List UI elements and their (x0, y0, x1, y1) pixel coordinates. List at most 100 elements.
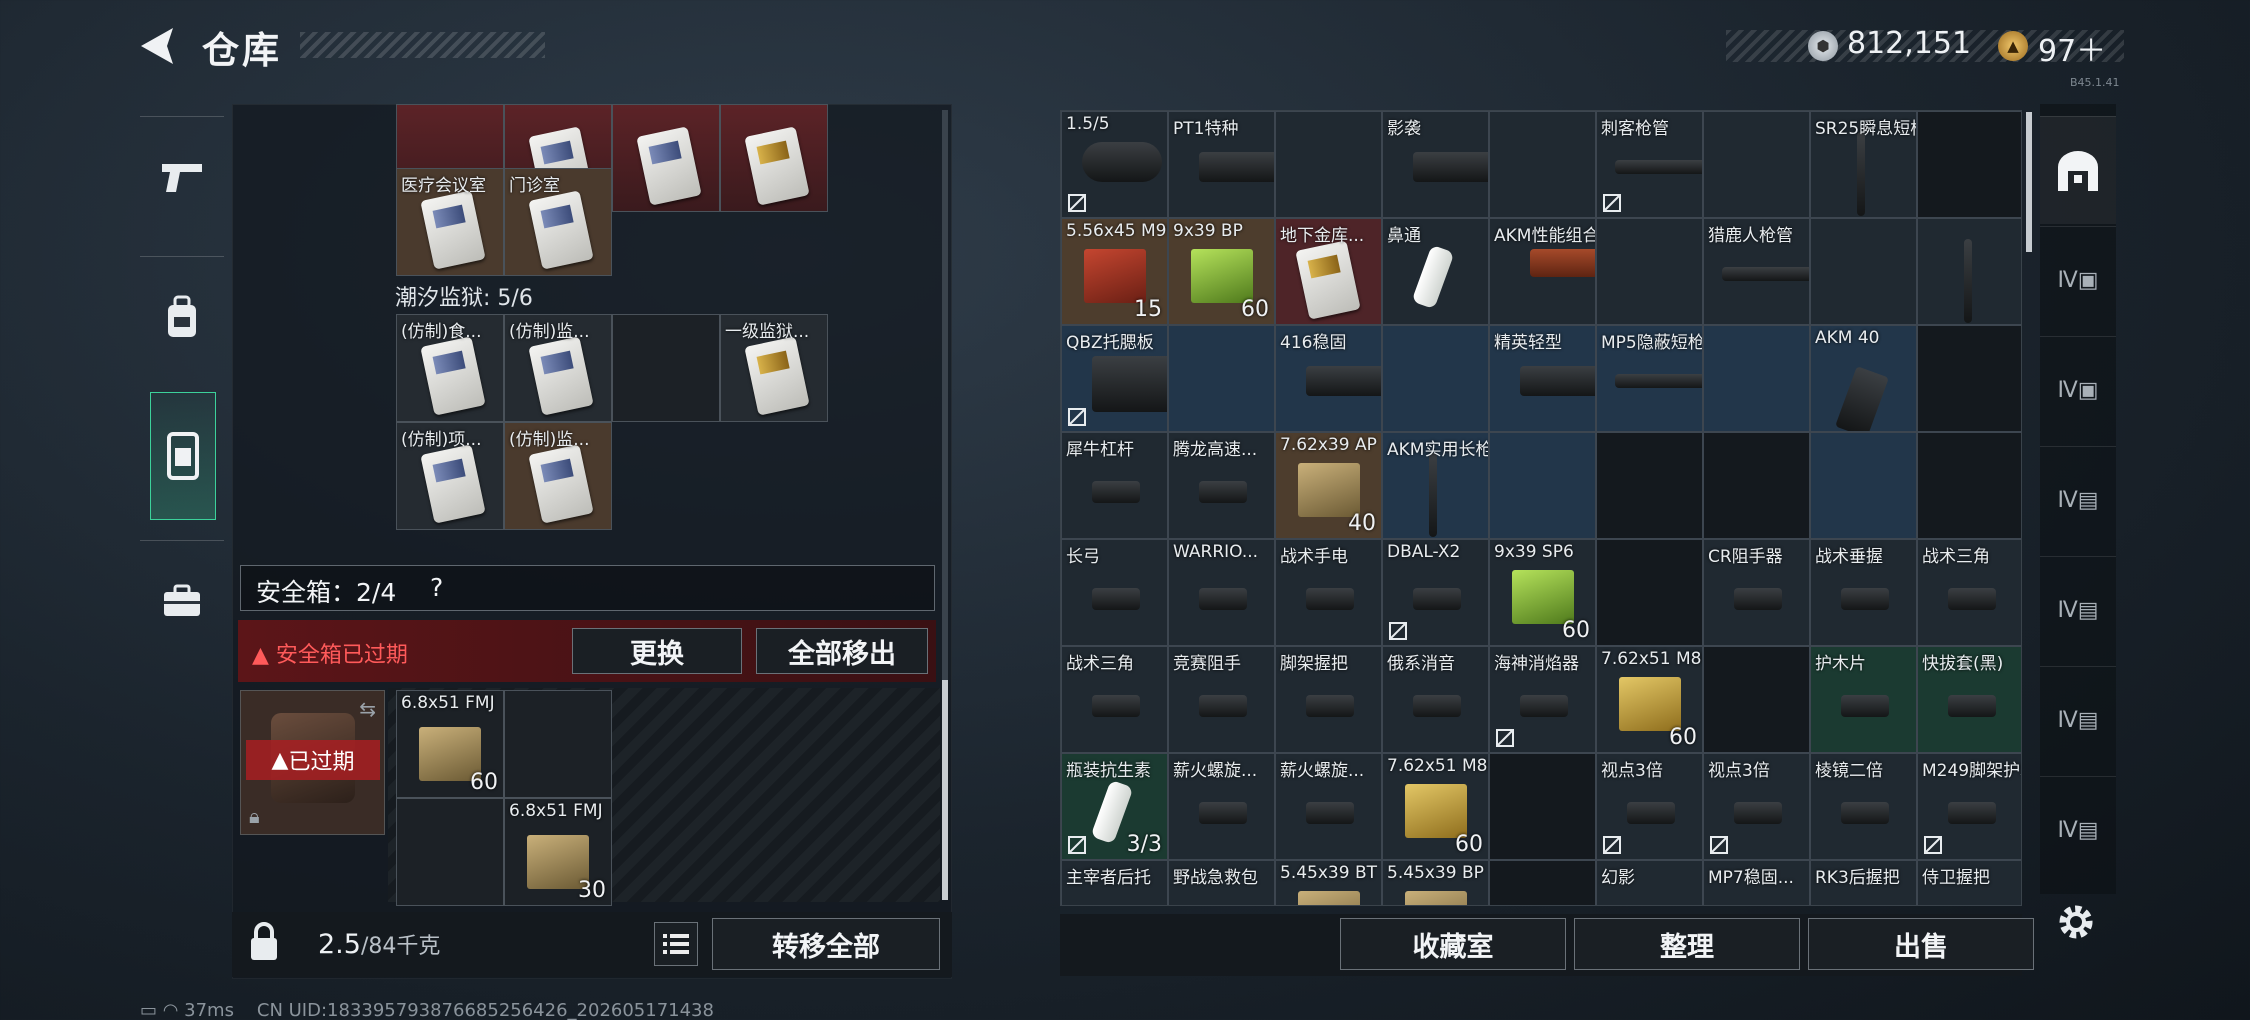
inventory-item[interactable]: 棱镜二倍 (1810, 753, 1917, 860)
inventory-slot[interactable] (1275, 111, 1382, 218)
settings-gear-icon[interactable] (2052, 898, 2100, 946)
inventory-item[interactable]: 瓶装抗生素 3/3 (1061, 753, 1168, 860)
keycard-slot[interactable]: (仿制)监... (504, 422, 612, 530)
transfer-all-button[interactable]: 转移全部 (712, 918, 940, 970)
inventory-slot[interactable] (1703, 325, 1810, 432)
inventory-item[interactable]: 5.45x39 BP (1382, 860, 1489, 905)
inventory-item[interactable]: 脚架握把 (1275, 646, 1382, 753)
inventory-item[interactable] (1917, 218, 2021, 325)
inventory-item[interactable]: 侍卫握把 (1917, 860, 2021, 905)
inventory-item[interactable]: MP5隐蔽短枪管组合 (1596, 325, 1703, 432)
inventory-item[interactable]: AKM 40 (1810, 325, 1917, 432)
storage-tab-all[interactable] (2040, 116, 2116, 224)
inventory-item[interactable]: AKM性能组合 (1489, 218, 1596, 325)
inventory-item[interactable]: 主宰者后托 (1061, 860, 1168, 905)
replace-button[interactable]: 更换 (572, 628, 742, 674)
inventory-item[interactable]: 野战急救包 (1168, 860, 1275, 905)
storage-tab-folder[interactable]: Ⅳ▤ (2040, 446, 2116, 554)
inventory-slot[interactable] (1917, 432, 2021, 539)
nav-backpack[interactable] (140, 256, 224, 376)
move-all-out-button[interactable]: 全部移出 (756, 628, 928, 674)
safe-box-help-icon[interactable]: ? (430, 573, 443, 602)
keycard-slot[interactable]: (仿制)食... (396, 314, 504, 422)
sort-button[interactable]: 整理 (1574, 918, 1800, 970)
inventory-item[interactable]: 猎鹿人枪管 (1703, 218, 1810, 325)
inventory-item[interactable]: SR25瞬息短枪管 (1810, 111, 1917, 218)
inventory-slot[interactable] (1596, 432, 1703, 539)
inventory-slot[interactable] (1489, 753, 1596, 860)
safe-slot[interactable]: 6.8x51 FMJ 60 (396, 690, 504, 798)
inventory-item[interactable]: WARRIO... (1168, 539, 1275, 646)
inventory-item[interactable]: 腾龙高速... (1168, 432, 1275, 539)
nav-weapons[interactable] (140, 116, 224, 236)
inventory-item[interactable]: 海神消焰器 (1489, 646, 1596, 753)
inventory-item[interactable]: RK3后握把 (1810, 860, 1917, 905)
inventory-item[interactable]: 9x39 BP 60 (1168, 218, 1275, 325)
inventory-item[interactable]: 幻影 (1596, 860, 1703, 905)
inventory-item[interactable]: 精英轻型 (1489, 325, 1596, 432)
inventory-slot[interactable] (1810, 218, 1917, 325)
right-scrollbar-thumb[interactable] (2026, 112, 2032, 252)
inventory-item[interactable]: 416稳固 (1275, 325, 1382, 432)
storage-tab-bag[interactable]: Ⅳ▤ (2040, 556, 2116, 664)
storage-tab-helmet[interactable]: Ⅳ▣ (2040, 336, 2116, 444)
storage-tab-chest[interactable]: Ⅳ▤ (2040, 776, 2116, 884)
inventory-item[interactable]: 影袭 (1382, 111, 1489, 218)
keycard-slot[interactable]: (仿制)监... (504, 314, 612, 422)
inventory-item[interactable]: QBZ托腮板 (1061, 325, 1168, 432)
inventory-slot[interactable] (1810, 432, 1917, 539)
inventory-item[interactable]: 薪火螺旋... (1275, 753, 1382, 860)
inventory-item[interactable]: 护木片 (1810, 646, 1917, 753)
inventory-item[interactable]: 5.56x45 M995 15 (1061, 218, 1168, 325)
inventory-slot[interactable] (1703, 432, 1810, 539)
inventory-item[interactable]: DBAL-X2 (1382, 539, 1489, 646)
inventory-item[interactable]: 犀牛杠杆 (1061, 432, 1168, 539)
inventory-slot[interactable] (1382, 325, 1489, 432)
safe-slot-empty[interactable] (504, 690, 612, 798)
keycard-slot[interactable]: (仿制)项... (396, 422, 504, 530)
inventory-item[interactable]: AKM实用长枪管组合 (1382, 432, 1489, 539)
inventory-item[interactable]: 刺客枪管 (1596, 111, 1703, 218)
inventory-item[interactable]: 视点3倍 (1703, 753, 1810, 860)
inventory-item[interactable]: 5.45x39 BT (1275, 860, 1382, 905)
inventory-item[interactable]: 7.62x51 M80 60 (1382, 753, 1489, 860)
keycard-slot[interactable]: 医疗会议室 (396, 168, 504, 276)
inventory-item[interactable]: 快拔套(黑) (1917, 646, 2021, 753)
inventory-slot[interactable] (1596, 539, 1703, 646)
safe-slot[interactable]: 6.8x51 FMJ 30 (504, 798, 612, 906)
nav-briefcase[interactable] (140, 540, 224, 660)
list-view-button[interactable] (654, 922, 698, 966)
inventory-slot[interactable] (1489, 860, 1596, 905)
inventory-slot[interactable] (1917, 325, 2021, 432)
storage-tab-armor[interactable]: Ⅳ▣ (2040, 226, 2116, 334)
inventory-slot[interactable] (1596, 218, 1703, 325)
keycard-slot[interactable]: 门诊室 (504, 168, 612, 276)
gold-balance[interactable]: 97＋ (2038, 26, 2106, 70)
inventory-item[interactable]: 9x39 SP6 60 (1489, 539, 1596, 646)
keycard-slot[interactable]: 一级监狱... (720, 314, 828, 422)
keycard-slot[interactable] (720, 104, 828, 212)
back-button[interactable] (135, 22, 185, 70)
inventory-item[interactable]: 视点3倍 (1596, 753, 1703, 860)
vault-button[interactable]: 收藏室 (1340, 918, 1566, 970)
inventory-item[interactable]: 1.5/5 (1061, 111, 1168, 218)
inventory-item[interactable]: CR阻手器 (1703, 539, 1810, 646)
inventory-item[interactable]: 战术三角 (1061, 646, 1168, 753)
inventory-slot[interactable] (1703, 646, 1810, 753)
inventory-item[interactable]: 薪火螺旋... (1168, 753, 1275, 860)
warehouse-grid-container[interactable]: 1.5/5PT1特种影袭刺客枪管SR25瞬息短枪管5.56x45 M995159… (1060, 110, 2022, 906)
inventory-slot[interactable] (1489, 111, 1596, 218)
inventory-item[interactable]: 竞赛阻手 (1168, 646, 1275, 753)
inventory-slot[interactable] (1917, 111, 2021, 218)
inventory-item[interactable]: M249脚架护木 (1917, 753, 2021, 860)
left-scrollbar-thumb[interactable] (942, 680, 948, 900)
inventory-item[interactable]: 战术手电 (1275, 539, 1382, 646)
inventory-item[interactable]: PT1特种 (1168, 111, 1275, 218)
inventory-item[interactable]: 鼻通 (1382, 218, 1489, 325)
inventory-slot[interactable] (1168, 325, 1275, 432)
empty-slot[interactable] (612, 314, 720, 422)
inventory-item[interactable]: 地下金库... (1275, 218, 1382, 325)
inventory-item[interactable]: 7.62x39 AP 40 (1275, 432, 1382, 539)
inventory-slot[interactable] (1703, 111, 1810, 218)
sell-button[interactable]: 出售 (1808, 918, 2034, 970)
